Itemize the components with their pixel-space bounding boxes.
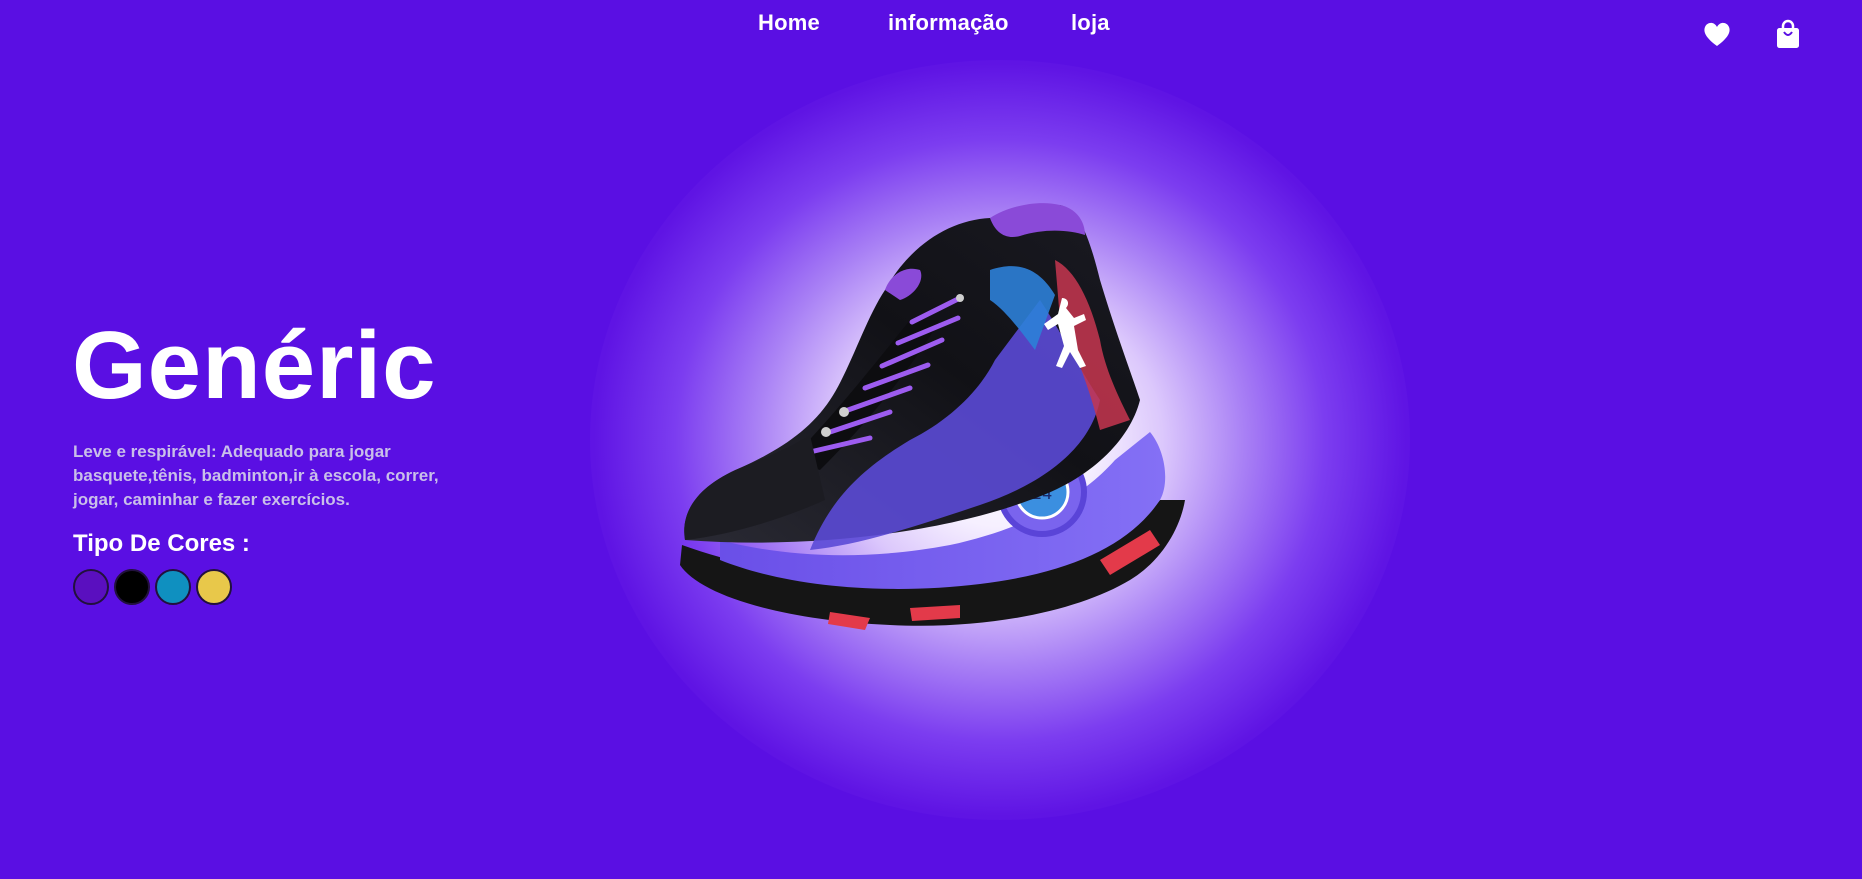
heart-icon[interactable]	[1701, 18, 1733, 50]
color-swatch-teal[interactable]	[155, 569, 191, 605]
product-title: Genéric	[72, 312, 437, 419]
color-swatch-purple[interactable]	[73, 569, 109, 605]
top-navigation: Home informação loja	[0, 8, 1862, 48]
nav-link-information[interactable]: informação	[888, 10, 1009, 36]
color-swatches	[73, 569, 232, 605]
product-description: Leve e respirável: Adequado para jogar b…	[73, 442, 439, 509]
color-swatch-black[interactable]	[114, 569, 150, 605]
nav-link-home[interactable]: Home	[758, 10, 820, 36]
heart-icon-graphic	[1704, 22, 1730, 46]
color-options-heading: Tipo De Cores :	[73, 530, 250, 557]
color-swatch-yellow[interactable]	[196, 569, 232, 605]
sneaker-image: 24	[680, 203, 1185, 630]
shopping-bag-icon-graphic	[1777, 19, 1799, 48]
shopping-bag-icon[interactable]	[1774, 18, 1806, 50]
nav-link-shop[interactable]: loja	[1071, 10, 1110, 36]
